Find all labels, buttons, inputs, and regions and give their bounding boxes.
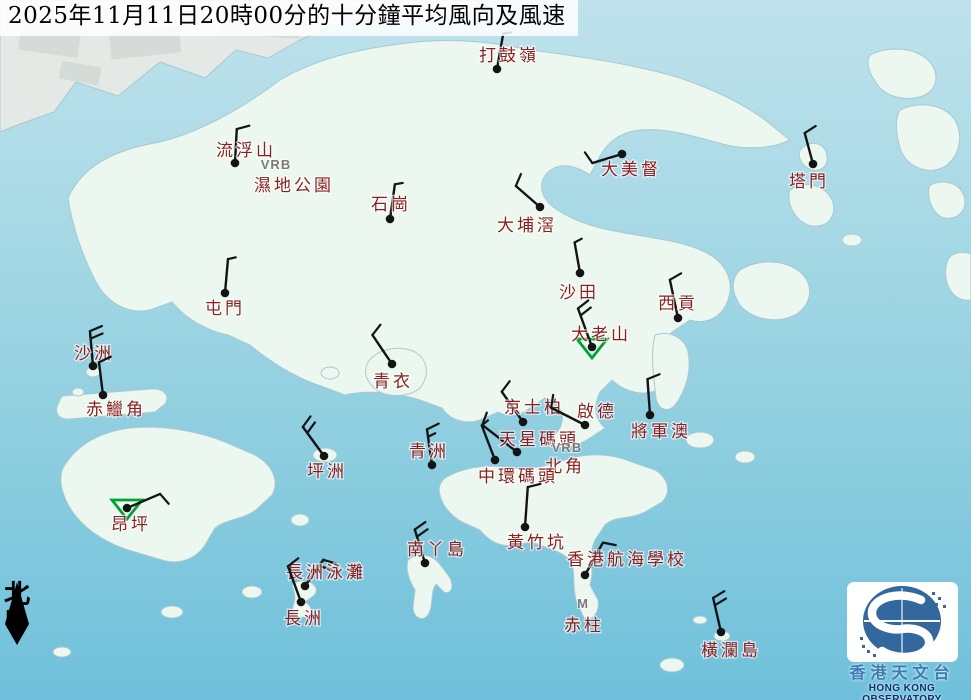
wind-barb-icon <box>713 591 726 632</box>
station-label: 青衣 <box>373 372 413 392</box>
station-dot <box>221 289 230 298</box>
station-ta-kwu-ling: 打鼓嶺 <box>479 32 539 73</box>
station-dot <box>581 571 590 580</box>
station-label: 香港航海學校 <box>567 550 687 570</box>
station-tseung-kwan-o: 將軍澳 <box>631 374 691 442</box>
station-flag-north-point: VRB <box>552 440 582 455</box>
station-label: 橫瀾島 <box>701 641 761 661</box>
station-label: 南丫島 <box>407 540 467 560</box>
station-label: 長洲泳灘 <box>286 563 366 583</box>
station-tap-mun: 塔門 <box>789 126 829 192</box>
station-flag-wetland-park: VRB <box>261 157 291 172</box>
station-ngong-ping: 昂坪 <box>111 494 169 535</box>
station-dot <box>674 314 683 323</box>
station-dot <box>297 598 306 607</box>
station-label: 西貢 <box>658 294 698 314</box>
station-dot <box>123 504 132 513</box>
station-wetland-park: VRB 濕地公園 <box>254 157 334 196</box>
station-dot <box>618 150 627 159</box>
hko-logo-name-cn: 香港天文台 <box>837 664 967 682</box>
station-shek-kong: 石崗 <box>371 183 411 223</box>
wind-barb-icon <box>303 416 324 456</box>
station-label: 沙洲 <box>74 344 114 364</box>
station-label: 坪洲 <box>307 462 347 482</box>
station-label: 打鼓嶺 <box>479 46 539 66</box>
station-tai-po-kau: 大埔滘 <box>497 174 557 236</box>
station-dot <box>491 456 500 465</box>
station-dot <box>320 452 329 461</box>
station-cheung-chau-beach: 長洲泳灘 <box>286 560 366 591</box>
station-dot <box>521 523 530 532</box>
station-label: 濕地公園 <box>254 176 334 196</box>
station-wong-chuk-hang: 黃竹坑 <box>507 484 567 553</box>
station-label: 大老山 <box>571 325 631 345</box>
station-label: 黃竹坑 <box>507 533 567 553</box>
station-label: 長洲 <box>284 609 324 629</box>
station-lamma-island: 南丫島 <box>407 522 467 567</box>
station-label: 京士柏 <box>504 398 564 418</box>
station-dot <box>536 203 545 212</box>
station-label: 中環碼頭 <box>478 467 558 487</box>
station-dot <box>717 628 726 637</box>
wind-barb-icon <box>647 374 659 415</box>
station-kings-park: 京士柏 <box>502 381 564 426</box>
wind-barb-icon <box>516 174 540 207</box>
station-dot <box>646 411 655 420</box>
station-dot <box>519 418 528 427</box>
station-label: 赤柱 <box>564 616 604 636</box>
station-label: 石崗 <box>371 195 411 215</box>
wind-barb-icon <box>225 257 236 293</box>
hko-logo: 香港天文台 HONG KONG OBSERVATORY <box>837 582 967 698</box>
station-dot <box>388 360 397 369</box>
station-label: 啟德 <box>577 402 617 422</box>
wind-barb-icon <box>575 239 582 273</box>
hko-logo-name-en: HONG KONG OBSERVATORY <box>831 683 971 700</box>
station-label: 昂坪 <box>111 515 151 535</box>
station-sha-tin: 沙田 <box>559 239 599 303</box>
station-label: 青洲 <box>409 442 449 462</box>
station-flag-stanley: M <box>577 596 589 611</box>
wind-barb-icon <box>525 484 540 527</box>
wind-barb-icon <box>805 126 816 164</box>
station-hk-sea-school: 香港航海學校 <box>567 543 687 580</box>
station-label: 大美督 <box>601 160 661 180</box>
station-tuen-mun: 屯門 <box>205 257 245 319</box>
station-label: 屯門 <box>205 299 245 319</box>
station-stanley: M 赤柱 <box>564 596 604 636</box>
station-dot <box>576 269 585 278</box>
station-label: 赤鱲角 <box>86 400 146 420</box>
station-peng-chau: 坪洲 <box>303 416 347 482</box>
station-sai-kung: 西貢 <box>658 273 698 322</box>
station-label: 將軍澳 <box>631 422 691 442</box>
station-sha-chau: 沙洲 <box>74 326 114 370</box>
station-dot <box>99 391 108 400</box>
north-arrow-icon <box>2 582 38 646</box>
station-green-island: 青洲 <box>409 424 449 470</box>
station-tates-cairn: 大老山 <box>571 300 631 358</box>
station-dot <box>809 160 818 169</box>
wind-barb-icon <box>372 325 392 364</box>
station-label: 塔門 <box>789 172 829 192</box>
station-waglan-island: 橫瀾島 <box>701 591 761 661</box>
map-title: 2025年11月11日20時00分的十分鐘平均風向及風速 <box>0 0 578 36</box>
station-tai-mei-tuk: 大美督 <box>585 150 661 180</box>
north-indicator: 北 N <box>2 582 42 700</box>
station-dot <box>386 215 395 224</box>
station-label: 大埔滘 <box>497 216 557 236</box>
stations-layer: 打鼓嶺流浮山VRB濕地公園大美督塔門石崗大埔滘屯門沙田西貢大老山沙洲赤鱲角青衣京… <box>0 0 971 700</box>
station-label: 沙田 <box>559 283 599 303</box>
station-tsing-yi: 青衣 <box>372 325 413 392</box>
wind-map-screen: 打鼓嶺流浮山VRB濕地公園大美督塔門石崗大埔滘屯門沙田西貢大老山沙洲赤鱲角青衣京… <box>0 0 971 700</box>
